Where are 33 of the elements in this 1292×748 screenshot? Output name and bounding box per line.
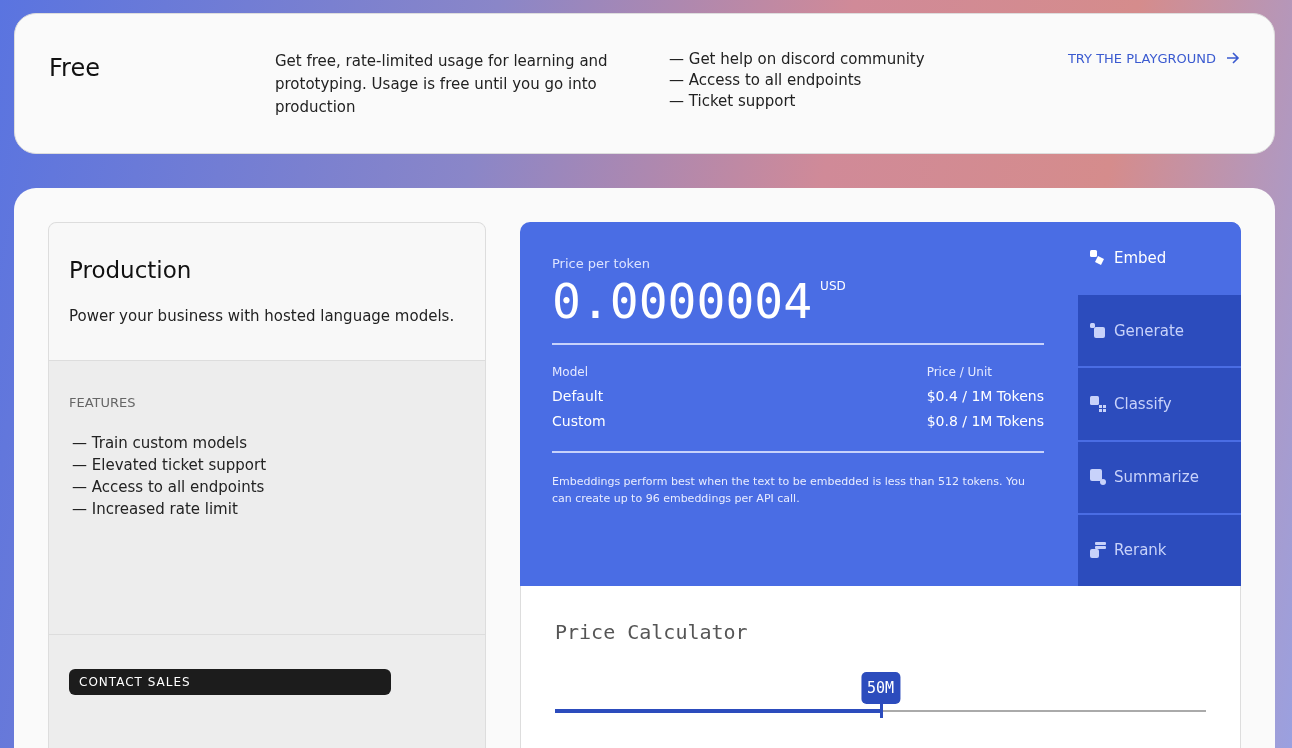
- slider-handle[interactable]: [879, 704, 883, 718]
- feature-item: — Access to all endpoints: [72, 478, 266, 496]
- playground-link[interactable]: TRY THE PLAYGROUND: [1067, 50, 1240, 66]
- perk-item: — Ticket support: [669, 92, 797, 110]
- column-header: Model: [552, 365, 590, 379]
- features-heading: FEATURES: [69, 395, 137, 410]
- calculator-title: Price Calculator: [555, 620, 749, 644]
- column-header: Price / Unit: [926, 365, 993, 379]
- price-value: 0.0000004: [552, 273, 813, 329]
- model-cell-text: Custom: [552, 413, 607, 429]
- model-cell-text: Default: [552, 388, 605, 404]
- endpoint-tab[interactable]: Summarize: [1078, 441, 1241, 513]
- contact-sales-button[interactable]: CONTACT SALES: [69, 669, 391, 695]
- price-label: Price per token: [552, 256, 651, 271]
- price-cell: $0.4 / 1M Tokens: [926, 388, 1044, 404]
- slider-track[interactable]: [555, 704, 1206, 718]
- price-cell: $0.8 / 1M Tokens: [926, 413, 1044, 429]
- plan-description: Power your business with hosted language models.: [69, 306, 456, 327]
- pricing-note: Embeddings perform best when the text to be embedded is less than 512 tokens. You can create up to 96 embeddings per API call.: [552, 474, 1026, 507]
- feature-item: — Increased rate limit: [72, 500, 239, 518]
- plan-description: Get free, rate-limited usage for learning and prototyping. Usage is free until you go into production: [275, 51, 609, 118]
- feature-item: — Elevated ticket support: [72, 456, 268, 474]
- plan-name: Production: [69, 257, 193, 283]
- slider-value-badge: 50M: [860, 672, 901, 704]
- perk-item: — Access to all endpoints: [669, 71, 863, 89]
- endpoint-tab[interactable]: Generate: [1078, 295, 1241, 367]
- arrow-right-icon: [1226, 52, 1240, 64]
- currency-label: USD: [820, 279, 846, 293]
- endpoint-tab[interactable]: Classify: [1078, 368, 1241, 440]
- feature-item: — Train custom models: [72, 434, 249, 452]
- plan-name: Free: [49, 54, 101, 84]
- perk-item: — Get help on discord community: [669, 50, 926, 68]
- endpoint-tab[interactable]: Rerank: [1078, 514, 1241, 586]
